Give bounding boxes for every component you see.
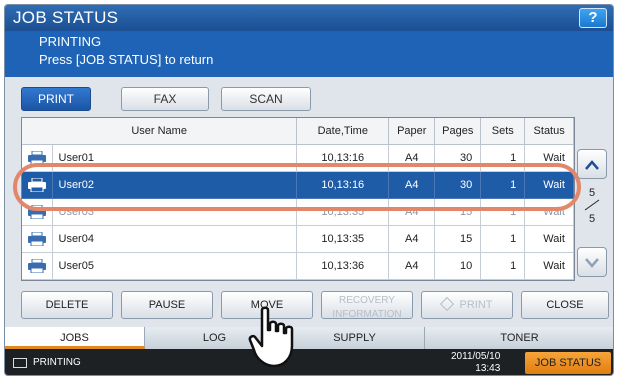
cell-status: Wait [524,252,574,280]
tab-jobs[interactable]: JOBS [5,327,145,349]
tab-scan[interactable]: SCAN [221,87,311,111]
cell-sets: 1 [480,252,526,280]
page-total: 5 [588,213,596,225]
print-diamond-icon [439,296,454,312]
cell-pages: 10 [434,252,482,280]
status-time: 13:43 [475,363,501,374]
bottom-tab-bar: JOBS LOG SUPPLY TONER [5,327,613,349]
page-current: 5 [588,187,596,199]
column-header-status: Status [524,118,574,145]
table-row[interactable]: User04 10,13:35 A4 15 1 Wait [22,225,574,253]
title-bar: JOB STATUS ? [5,5,613,31]
chevron-up-icon [585,160,599,170]
print-button[interactable]: PRINT [421,291,513,319]
table-header-row: User Name Date,Time Paper Pages Sets Sta… [22,118,574,145]
column-header-datetime: Date,Time [296,118,390,145]
cell-sets: 1 [480,225,526,253]
message-line-1: PRINTING [39,34,102,49]
printing-status-icon [13,358,27,368]
printer-icon [22,225,53,253]
recovery-label-line2: INFORMATION [332,309,402,320]
cell-paper: A4 [388,225,436,253]
page-title: JOB STATUS [13,8,119,27]
cell-user: User04 [52,225,298,253]
delete-button[interactable]: DELETE [21,291,113,319]
job-status-button[interactable]: JOB STATUS [525,352,611,374]
column-header-paper: Paper [388,118,436,145]
status-bar: PRINTING 2011/05/10 13:43 JOB STATUS [5,349,613,375]
cell-pages: 15 [434,225,482,253]
tab-supply[interactable]: SUPPLY [285,327,425,349]
printer-icon [22,252,53,280]
job-status-screen: JOB STATUS ? PRINTING Press [JOB STATUS]… [4,4,614,376]
message-area: PRINTING Press [JOB STATUS] to return [5,31,613,77]
cell-user: User05 [52,252,298,280]
print-label: PRINT [459,299,493,311]
chevron-down-icon [585,258,599,268]
column-header-pages: Pages [434,118,482,145]
scroll-up-button[interactable] [577,149,607,179]
cell-datetime: 10,13:36 [296,252,390,280]
main-content: PRINT FAX SCAN User Name Date,Time Paper… [5,77,613,327]
cell-paper: A4 [388,252,436,280]
column-header-user: User Name [22,118,298,145]
pause-button[interactable]: PAUSE [121,291,213,319]
tab-print[interactable]: PRINT [21,87,91,111]
recovery-label-line1: RECOVERY [339,295,395,306]
recovery-information-button[interactable]: RECOVERY INFORMATION [321,291,413,320]
tab-toner[interactable]: TONER [425,327,613,349]
date-time: 2011/05/10 13:43 [451,351,500,375]
page-indicator: 5 5 [581,187,603,225]
help-button[interactable]: ? [579,8,607,28]
status-text: PRINTING [33,357,81,368]
page-separator [581,199,603,213]
scroll-down-button[interactable] [577,247,607,277]
close-button[interactable]: CLOSE [521,291,609,319]
status-date: 2011/05/10 [451,351,501,362]
cell-datetime: 10,13:35 [296,225,390,253]
selection-highlight-ring [13,163,581,211]
column-header-sets: Sets [480,118,526,145]
pointing-hand-icon [248,306,294,368]
table-row[interactable]: User05 10,13:36 A4 10 1 Wait [22,252,574,280]
message-line-2: Press [JOB STATUS] to return [39,52,214,67]
cell-status: Wait [524,225,574,253]
tab-fax[interactable]: FAX [121,87,209,111]
